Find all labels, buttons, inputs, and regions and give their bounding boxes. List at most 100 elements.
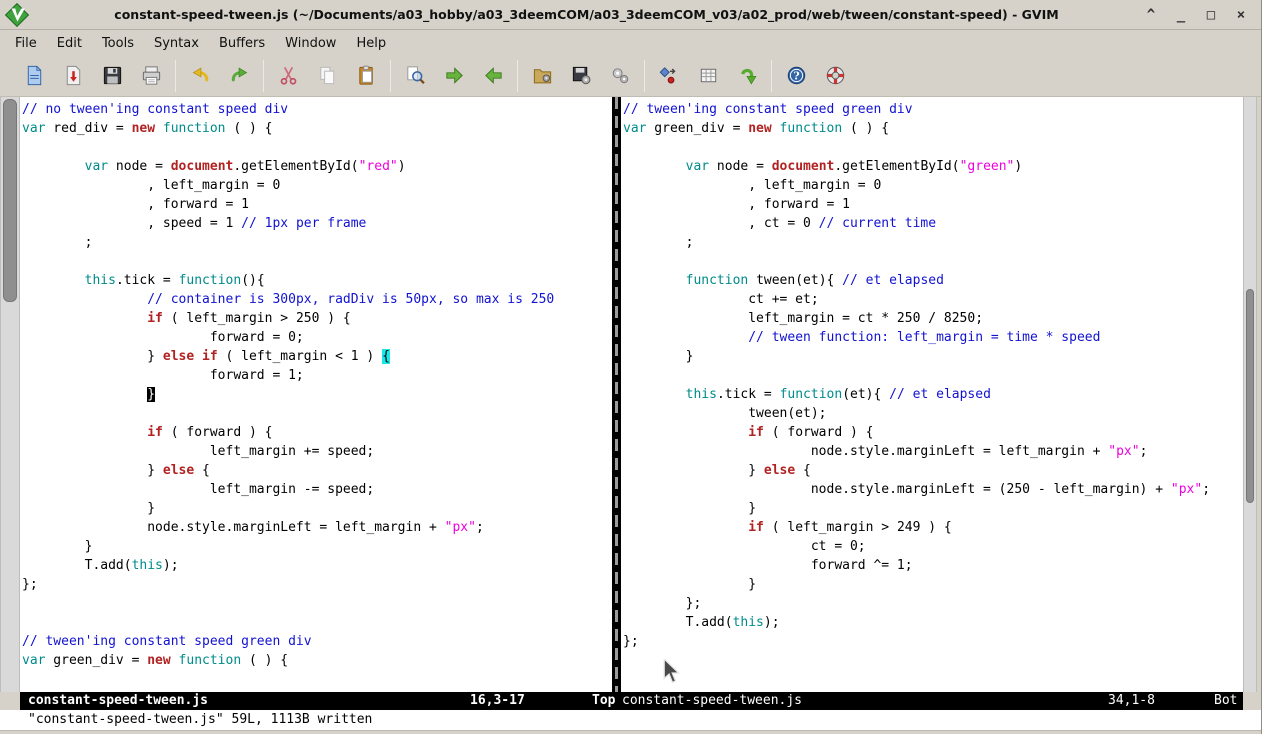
run-script-icon — [609, 64, 632, 87]
menu-edit[interactable]: Edit — [48, 33, 91, 54]
right-pane-code-line: }; — [623, 594, 1243, 613]
left-pane-code-line: if ( left_margin > 250 ) { — [22, 309, 612, 328]
menu-tools[interactable]: Tools — [93, 33, 143, 54]
minimize-button[interactable]: _ — [1173, 7, 1189, 23]
right-pane-code-line: , ct = 0 // current time — [623, 214, 1243, 233]
right-scrollbar-thumb[interactable] — [1246, 289, 1254, 503]
copy-icon — [316, 64, 339, 87]
command-line-message: "constant-speed-tween.js" 59L, 1113B wri… — [0, 710, 1261, 730]
left-pane-code-line: left_margin -= speed; — [22, 480, 612, 499]
load-session-button[interactable] — [530, 64, 554, 88]
vim-logo-icon — [4, 2, 30, 28]
find-next-button[interactable] — [442, 64, 466, 88]
right-pane-code-line: if ( forward ) { — [623, 423, 1243, 442]
left-pane-code-line: , left_margin = 0 — [22, 176, 612, 195]
save-session-icon — [570, 64, 593, 87]
redo-button[interactable] — [227, 64, 251, 88]
right-pane-code-line: } else { — [623, 461, 1243, 480]
load-session-icon — [531, 64, 554, 87]
matchparen-highlight: { — [382, 349, 390, 364]
find-help-button[interactable] — [823, 64, 847, 88]
bottom-border — [0, 730, 1261, 734]
cut-button[interactable] — [276, 64, 300, 88]
right-pane-code-line: // tween'ing constant speed green div — [623, 100, 1243, 119]
left-pane-code-line: } else if ( left_margin < 1 ) { — [22, 347, 612, 366]
vertical-split-separator[interactable] — [612, 97, 621, 692]
menubar: FileEditToolsSyntaxBuffersWindowHelp — [0, 31, 1261, 56]
left-pane-code-line: ; — [22, 233, 612, 252]
window-buttons: ^ _ □ × — [1143, 7, 1249, 23]
left-pane-code-line: }; — [22, 575, 612, 594]
run-script-button[interactable] — [608, 64, 632, 88]
right-code-pane[interactable]: // tween'ing constant speed green div var… — [621, 97, 1243, 692]
left-pane-code-line: forward = 1; — [22, 366, 612, 385]
left-pane-code-line: } — [22, 499, 612, 518]
tag-jump-icon — [736, 64, 759, 87]
left-scrollbar[interactable] — [0, 97, 20, 692]
paste-button[interactable] — [354, 64, 378, 88]
make-button[interactable] — [657, 64, 681, 88]
help-button[interactable]: ? — [784, 64, 808, 88]
titlebar: constant-speed-tween.js (~/Documents/a03… — [0, 0, 1261, 30]
left-pane-code-line: node.style.marginLeft = left_margin + "p… — [22, 518, 612, 537]
undo-button[interactable] — [188, 64, 212, 88]
left-pane-code-line: // no tween'ing constant speed div — [22, 100, 612, 119]
right-pane-code-line: T.add(this); — [623, 613, 1243, 632]
right-pane-code-line: } — [623, 499, 1243, 518]
left-scrollbar-thumb[interactable] — [3, 99, 17, 302]
left-pane-code-line: // container is 300px, radDiv is 50px, s… — [22, 290, 612, 309]
cut-icon — [277, 64, 300, 87]
print-icon — [140, 64, 163, 87]
right-pane-code-line: var node = document.getElementById("gree… — [623, 157, 1243, 176]
gvim-window: constant-speed-tween.js (~/Documents/a03… — [0, 0, 1262, 734]
menu-syntax[interactable]: Syntax — [145, 33, 208, 54]
save-session-button[interactable] — [569, 64, 593, 88]
editor-area: // no tween'ing constant speed divvar re… — [0, 97, 1262, 692]
right-pane-code-line: , forward = 1 — [623, 195, 1243, 214]
left-code-pane[interactable]: // no tween'ing constant speed divvar re… — [20, 97, 612, 692]
right-pane-code-line: } — [623, 347, 1243, 366]
find-replace-button[interactable] — [403, 64, 427, 88]
window-title: constant-speed-tween.js (~/Documents/a03… — [30, 7, 1143, 22]
save-file-button[interactable] — [61, 64, 85, 88]
right-pane-code-line: , left_margin = 0 — [623, 176, 1243, 195]
svg-text:?: ? — [793, 70, 799, 83]
left-pane-code-line: } — [22, 385, 612, 404]
right-pane-code-line — [623, 670, 1243, 689]
left-pane-code-line — [22, 252, 612, 271]
find-prev-button[interactable] — [481, 64, 505, 88]
menu-file[interactable]: File — [6, 33, 46, 54]
left-pane-code-line: // tween'ing constant speed green div — [22, 632, 612, 651]
copy-button[interactable] — [315, 64, 339, 88]
right-pane-code-line: ct += et; — [623, 290, 1243, 309]
menu-window[interactable]: Window — [276, 33, 345, 54]
find-prev-icon — [482, 64, 505, 87]
print-button[interactable] — [139, 64, 163, 88]
menu-buffers[interactable]: Buffers — [210, 33, 274, 54]
find-help-icon — [824, 64, 847, 87]
toolbar: ? — [0, 56, 1261, 97]
vim-block-cursor: } — [147, 387, 155, 402]
save-all-button[interactable] — [100, 64, 124, 88]
left-pane-code-line: } else { — [22, 461, 612, 480]
find-replace-icon — [404, 64, 427, 87]
right-pane-code-line — [623, 651, 1243, 670]
menu-help[interactable]: Help — [347, 33, 395, 54]
open-file-button[interactable] — [22, 64, 46, 88]
left-pane-code-line — [22, 138, 612, 157]
help-icon: ? — [785, 64, 808, 87]
statusline: constant-speed-tween.js 16,3-17 Top cons… — [20, 692, 1243, 710]
right-pane-code-line: if ( left_margin > 249 ) { — [623, 518, 1243, 537]
close-button[interactable]: × — [1233, 7, 1249, 23]
tag-jump-button[interactable] — [735, 64, 759, 88]
left-pane-code-line: var node = document.getElementById("red"… — [22, 157, 612, 176]
right-pane-code-line: }; — [623, 632, 1243, 651]
right-pane-code-line: left_margin = ct * 250 / 8250; — [623, 309, 1243, 328]
maximize-button[interactable]: □ — [1203, 7, 1219, 23]
right-pane-code-line — [623, 252, 1243, 271]
right-scrollbar[interactable] — [1243, 97, 1257, 692]
find-next-icon — [443, 64, 466, 87]
left-pane-code-line: this.tick = function(){ — [22, 271, 612, 290]
shade-button[interactable]: ^ — [1143, 7, 1159, 23]
run-ctags-button[interactable] — [696, 64, 720, 88]
